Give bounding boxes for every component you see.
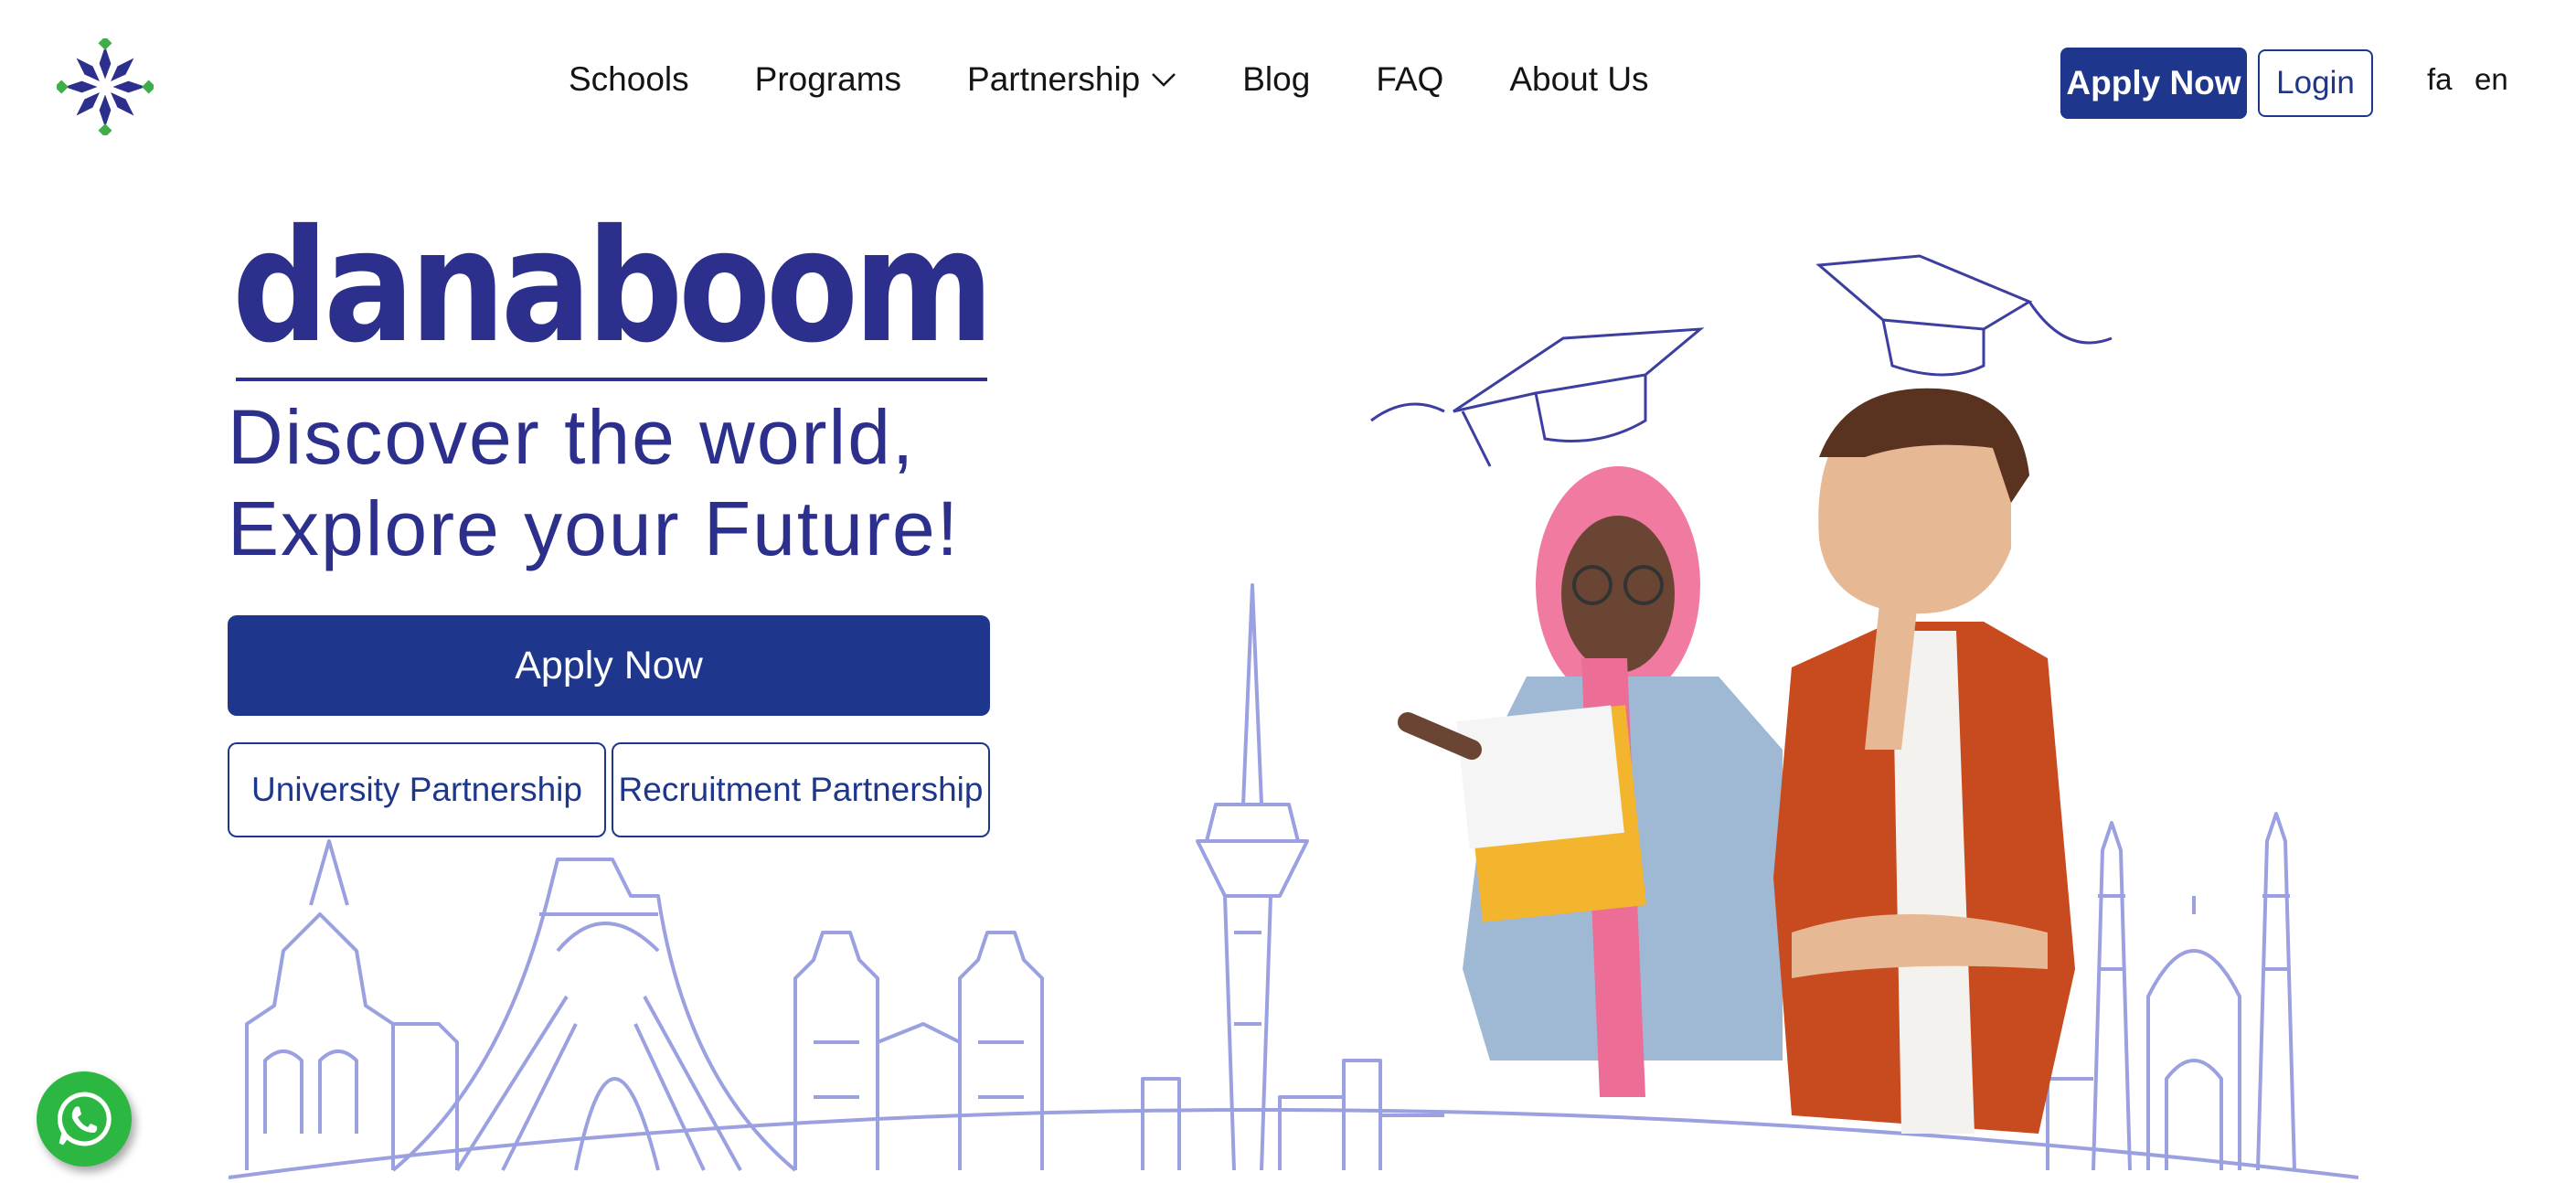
header-apply-now-button[interactable]: Apply Now — [2060, 48, 2247, 119]
whatsapp-chat-button[interactable] — [37, 1071, 132, 1167]
students-hero-illustration — [1370, 254, 2113, 1134]
chevron-down-icon — [1152, 73, 1176, 87]
nav-faq[interactable]: FAQ — [1376, 60, 1443, 99]
nav-schools-label: Schools — [569, 60, 689, 98]
headline-line-1: Discover the world, — [228, 394, 916, 480]
nav-partnership[interactable]: Partnership — [967, 60, 1176, 99]
recruitment-partnership-button[interactable]: Recruitment Partnership — [612, 742, 990, 837]
whatsapp-icon — [57, 1092, 112, 1146]
hero-apply-now-button[interactable]: Apply Now — [228, 615, 990, 716]
danaboom-wordmark: danaboom — [232, 212, 991, 377]
brand-underline — [236, 378, 987, 381]
nav-programs[interactable]: Programs — [755, 60, 901, 99]
nav-blog-label: Blog — [1242, 60, 1311, 98]
flower-logo-icon[interactable] — [57, 38, 154, 135]
nav-partnership-label: Partnership — [967, 60, 1141, 98]
site-header: Schools Programs Partnership Blog FAQ Ab… — [0, 0, 2576, 155]
login-button[interactable]: Login — [2258, 49, 2373, 117]
hero-headline: Discover the world, Explore your Future! — [228, 391, 1050, 574]
lang-en-link[interactable]: en — [2475, 62, 2508, 97]
nav-programs-label: Programs — [754, 60, 902, 98]
nav-about-us[interactable]: About Us — [1509, 60, 1648, 99]
nav-about-us-label: About Us — [1509, 60, 1649, 98]
nav-schools[interactable]: Schools — [569, 60, 689, 99]
nav-blog[interactable]: Blog — [1242, 60, 1310, 99]
nav-faq-label: FAQ — [1376, 60, 1444, 98]
lang-fa-link[interactable]: fa — [2427, 62, 2453, 97]
main-nav: Schools Programs Partnership Blog FAQ Ab… — [569, 57, 1715, 102]
university-partnership-button[interactable]: University Partnership — [228, 742, 606, 837]
headline-line-2: Explore your Future! — [228, 485, 961, 571]
brand-name: danaboom — [232, 212, 989, 377]
